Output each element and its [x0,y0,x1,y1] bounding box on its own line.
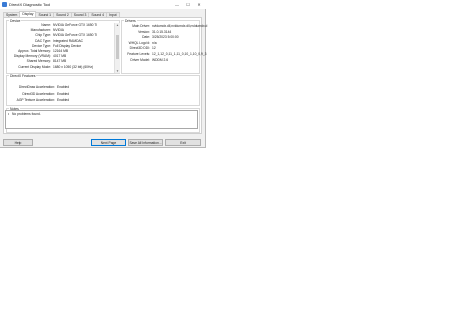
device-row-value: 12164 MB [53,49,69,53]
drivers-group-title: Drivers [124,19,137,23]
device-row-value: NVIDIA GeForce GTX 1650 Ti [53,33,97,38]
feature-row-label: Direct3D Acceleration: [22,91,55,96]
driver-row-label: Date: [142,35,150,40]
scroll-down-arrow-icon[interactable]: ▼ [115,69,120,73]
feature-row-label: DirectDraw Acceleration: [18,85,55,89]
device-row-label: Name: [41,23,51,27]
device-row-label: Device Type: [32,43,51,48]
device-row-label: Current Display Mode: [18,64,51,69]
driver-row-label: Feature Levels: [127,52,150,56]
scroll-thumb[interactable] [116,35,119,59]
device-row-value: 1680 x 1050 (32 bit) (60Hz) [53,64,94,69]
device-row-value: NVIDIA [53,28,64,33]
driver-row-value: 31.0.15.3144 [152,29,172,34]
save-all-information-button[interactable]: Save All Information... [128,139,163,146]
device-group: Device Name: NVIDIA GeForce GTX 1650 Ti Ma… [6,19,120,74]
driver-row-value: 12 [152,46,156,51]
driver-row-label: Driver Model: [130,57,150,62]
drivers-group: Drivers Main Driver: nvldumdx.dll,nvldumd… [121,19,207,74]
scroll-up-arrow-icon[interactable]: ▲ [115,23,120,27]
driver-row-value: WDDM 2.6 [152,57,169,62]
driver-row-value: 12_1,12_0,11_1,11_0,10_1,10_0,9_3 [152,52,207,56]
driver-row-label: Direct3D DDI: [129,46,150,51]
feature-row-value: Enabled [57,98,70,102]
device-row-value: Full Display Device [53,43,82,48]
driver-row-value: 3/25/2023 5:00:00 [152,35,179,40]
window-title: DirectX Diagnostic Tool [9,2,51,7]
directx-features-group: DirectX Features DirectDraw Acceleration… [6,74,200,106]
caption-buttons: — ☐ ✕ [172,1,204,8]
driver-row-label: Version: [138,29,150,34]
driver-row-value: n/a [152,40,157,45]
device-scrollbar[interactable]: ▲ ▼ [114,23,120,73]
driver-row-label: Main Driver: [132,24,150,28]
driver-row-value: nvldumdx.dll,nvldumdx.dll,nvldumdx.d [152,24,208,28]
maximize-button[interactable]: ☐ [183,1,193,8]
device-row-label: Manufacturer: [30,28,51,33]
driver-row-label: WHQL Logo'd: [128,40,150,45]
device-row-label: Display Memory (VRAM): [13,54,51,59]
notes-text: No problems found. [12,112,41,116]
notes-bullet: • [8,112,10,116]
device-row-label: Shared Memory: [26,59,51,64]
minimize-button[interactable]: — [172,1,182,8]
notes-textbox[interactable]: • No problems found. [5,110,198,129]
exit-button[interactable]: Exit [165,139,201,146]
help-button[interactable]: Help [3,139,33,146]
feature-row-value: Enabled [57,85,70,89]
device-row-label: DAC Type: [35,38,51,43]
feature-row-value: Enabled [57,91,70,96]
device-row-value: Integrated RAMDAC [53,38,84,43]
next-page-button[interactable]: Next Page [91,139,126,146]
device-row-label: Approx. Total Memory: [18,49,51,53]
device-row-value: 8147 MB [53,59,67,64]
feature-row-label: AGP Texture Acceleration: [16,98,55,102]
title-bar: DirectX Diagnostic Tool — ☐ ✕ [0,0,206,9]
device-row-label: Chip Type: [35,33,51,38]
dxdiag-window: DirectX Diagnostic Tool — ☐ ✕ System Dis… [0,0,207,148]
device-row-value: 4017 MB [53,54,67,59]
close-button[interactable]: ✕ [194,1,204,8]
dxdiag-app-icon [2,2,7,7]
directx-features-title: DirectX Features [9,74,37,78]
device-row-value: NVIDIA GeForce GTX 1650 Ti [53,23,97,27]
